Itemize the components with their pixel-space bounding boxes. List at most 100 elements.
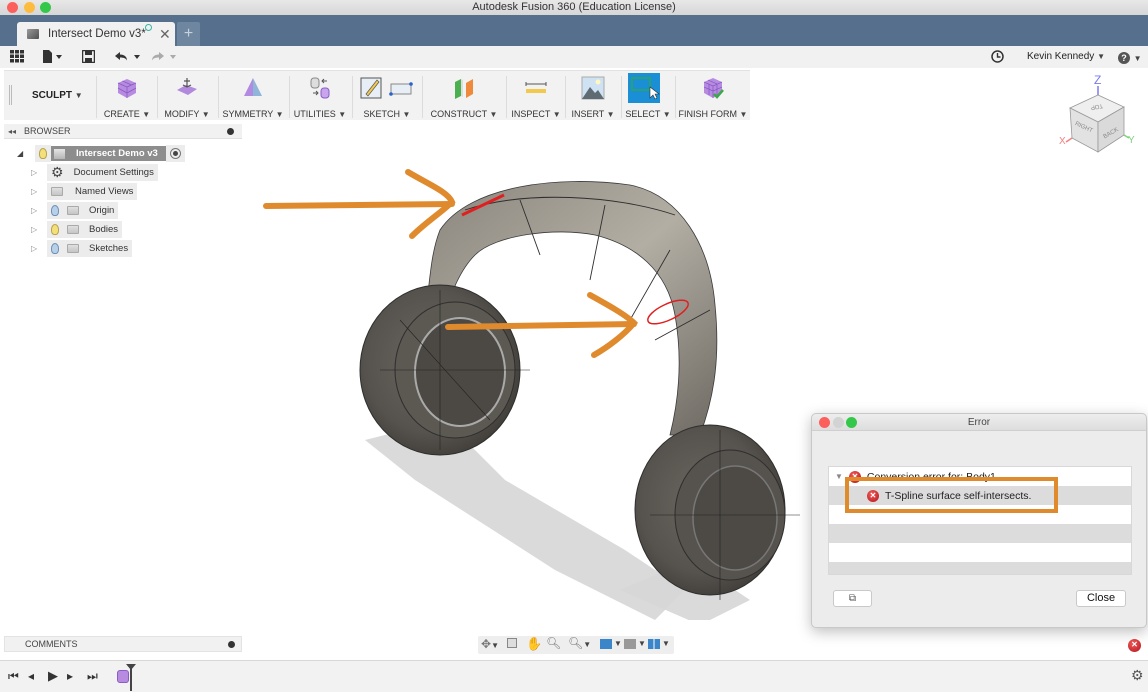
gear-icon: ⚙ xyxy=(51,164,64,180)
save-icon[interactable] xyxy=(81,49,96,66)
step-back-icon[interactable]: ◂ xyxy=(28,669,34,683)
utilities-icon xyxy=(310,77,330,99)
timeline-settings-gear-icon[interactable]: ⚙ xyxy=(1131,667,1144,684)
toolbar-grip[interactable] xyxy=(9,85,12,105)
pin-panel-icon[interactable] xyxy=(227,128,234,135)
expand-triangle-icon[interactable]: ▷ xyxy=(31,187,41,196)
help-menu[interactable]: ? ▼ xyxy=(1118,50,1142,66)
visibility-bulb-icon[interactable] xyxy=(51,243,59,254)
browser-item-document-settings[interactable]: ▷ ⚙ Document Settings xyxy=(31,164,158,181)
toolbar-divider xyxy=(96,76,97,118)
sketch-menu[interactable]: SKETCH ▼ xyxy=(356,71,418,121)
data-panel-grid-icon[interactable] xyxy=(10,50,24,66)
copy-icon: ⧉ xyxy=(848,593,857,604)
display-settings-icon[interactable] xyxy=(600,639,612,649)
finish-form-icon xyxy=(703,78,724,99)
root-component-label: Intersect Demo v3 xyxy=(76,148,158,159)
user-account-menu[interactable]: Kevin Kennedy ▼ xyxy=(1027,51,1105,62)
construct-plane-icon xyxy=(455,79,473,99)
go-to-end-icon[interactable]: ⏭ xyxy=(87,669,98,684)
expand-triangle-icon[interactable]: ▷ xyxy=(31,168,41,177)
play-icon[interactable]: ▶ xyxy=(48,668,58,684)
collapse-triangle-icon[interactable]: ◢ xyxy=(17,149,27,158)
modify-icon xyxy=(177,78,197,95)
collapse-triangle-icon[interactable]: ▼ xyxy=(835,472,843,481)
viewcube[interactable]: Z TOP RIGHT BACK X Y xyxy=(1058,72,1142,158)
expand-comments-icon[interactable] xyxy=(228,641,235,648)
new-tab-button[interactable]: + xyxy=(177,22,200,46)
look-at-icon[interactable] xyxy=(507,638,517,648)
dialog-titlebar[interactable]: Error xyxy=(812,414,1146,431)
browser-root-item[interactable]: ◢ Intersect Demo v3 xyxy=(17,145,185,162)
fit-zoom-icon[interactable]: 🔍︎▼ xyxy=(568,636,591,650)
expand-triangle-icon[interactable]: ▷ xyxy=(31,244,41,253)
undo-icon[interactable] xyxy=(115,50,143,66)
comments-title: COMMENTS xyxy=(25,639,78,649)
browser-item-named-views[interactable]: ▷ Named Views xyxy=(31,183,138,200)
job-status-clock-icon[interactable] xyxy=(991,50,1004,66)
visibility-bulb-icon[interactable] xyxy=(39,148,47,159)
workspace-switcher[interactable]: SCULPT ▼ xyxy=(32,90,83,101)
expand-triangle-icon[interactable]: ▷ xyxy=(31,206,41,215)
finish-form-menu[interactable]: FINISH FORM ▼ xyxy=(677,71,749,121)
expand-triangle-icon[interactable]: ▷ xyxy=(31,225,41,234)
construct-menu[interactable]: CONSTRUCT ▼ xyxy=(426,71,502,121)
empty-row xyxy=(829,524,1131,543)
go-to-start-icon[interactable]: ⏮ xyxy=(8,669,19,684)
select-menu[interactable]: SELECT ▼ xyxy=(624,71,672,121)
error-dialog: Error ▼ ✕ Conversion error for: Body1 ✕ … xyxy=(811,413,1147,628)
collapse-panel-icon[interactable]: ◂◂ xyxy=(8,124,16,139)
document-tab-bar: Intersect Demo v3* ✕ + xyxy=(0,15,1148,46)
measure-icon xyxy=(525,82,547,93)
ribbon-toolbar: SCULPT ▼ CREATE ▼ MODIFY ▼ SYMMETRY ▼ UT… xyxy=(4,70,750,120)
browser-panel-header[interactable]: ◂◂ BROWSER xyxy=(4,124,242,139)
dialog-minimize-dot xyxy=(833,417,844,428)
pan-hand-icon[interactable]: ✋ xyxy=(526,636,542,652)
folder-icon xyxy=(51,187,63,196)
dialog-zoom-dot[interactable] xyxy=(846,417,857,428)
close-button[interactable]: Close xyxy=(1076,590,1126,607)
design-icon xyxy=(27,29,39,39)
annotation-arrow-top xyxy=(263,169,456,239)
close-window-button[interactable] xyxy=(7,2,18,13)
sketch-icon xyxy=(360,77,413,99)
browser-title: BROWSER xyxy=(24,126,71,136)
browser-item-sketches[interactable]: ▷ Sketches xyxy=(31,240,133,257)
warning-status-error-icon[interactable]: ✕ xyxy=(1128,639,1141,652)
insert-menu[interactable]: INSERT ▼ xyxy=(568,71,618,121)
document-tab[interactable]: Intersect Demo v3* ✕ xyxy=(17,22,175,46)
dialog-close-dot[interactable] xyxy=(819,417,830,428)
zoom-window-button[interactable] xyxy=(40,2,51,13)
dialog-title: Error xyxy=(967,417,991,428)
folder-icon xyxy=(67,206,79,215)
window-titlebar: Autodesk Fusion 360 (Education License) xyxy=(0,0,1148,15)
inspect-menu[interactable]: INSPECT ▼ xyxy=(510,71,562,121)
grid-settings-icon[interactable] xyxy=(624,639,636,649)
minimize-window-button[interactable] xyxy=(24,2,35,13)
modify-menu[interactable]: MODIFY ▼ xyxy=(161,71,213,121)
visibility-bulb-icon[interactable] xyxy=(51,205,59,216)
create-menu[interactable]: CREATE ▼ xyxy=(102,71,152,121)
file-menu-icon[interactable] xyxy=(43,50,63,66)
redo-icon[interactable] xyxy=(150,50,178,66)
visibility-bulb-icon[interactable] xyxy=(51,224,59,235)
viewports-icon[interactable] xyxy=(648,639,660,649)
copy-to-clipboard-button[interactable]: ⧉ xyxy=(833,590,872,607)
browser-item-origin[interactable]: ▷ Origin xyxy=(31,202,119,219)
z-axis-label: Z xyxy=(1094,73,1101,87)
model-viewport[interactable] xyxy=(250,140,850,620)
comments-panel-header[interactable]: COMMENTS xyxy=(4,636,242,652)
browser-item-bodies[interactable]: ▷ Bodies xyxy=(31,221,123,238)
step-forward-icon[interactable]: ▸ xyxy=(67,669,73,683)
close-tab-icon[interactable]: ✕ xyxy=(159,26,171,43)
activate-component-radio[interactable] xyxy=(169,148,181,159)
timeline-form-feature-icon[interactable] xyxy=(117,670,129,683)
tab-label: Intersect Demo v3* xyxy=(48,28,146,40)
symmetry-icon xyxy=(244,78,262,96)
select-window-icon xyxy=(628,73,660,103)
zoom-icon[interactable]: 🔍︎ xyxy=(546,636,561,650)
empty-row xyxy=(829,543,1131,562)
utilities-menu[interactable]: UTILITIES ▼ xyxy=(292,71,348,121)
orbit-icon[interactable]: ✥▼ xyxy=(481,637,499,651)
symmetry-menu[interactable]: SYMMETRY ▼ xyxy=(222,71,284,121)
